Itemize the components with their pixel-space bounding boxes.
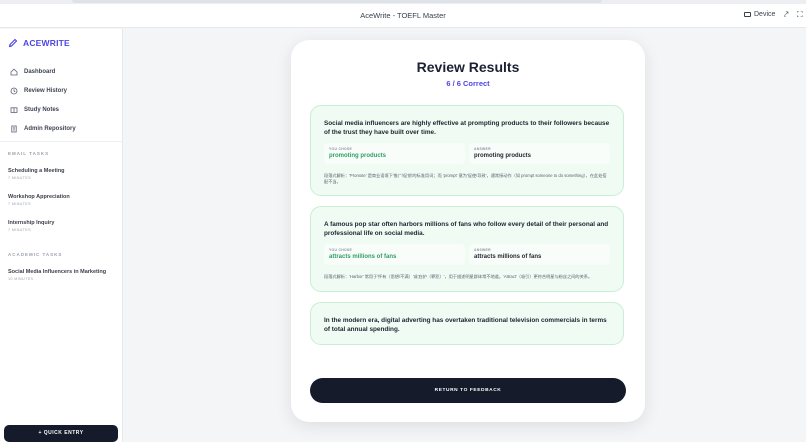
answer-label: ANSWER: [474, 248, 491, 253]
device-label: Device: [754, 11, 776, 18]
results-list[interactable]: Social media influencers are highly effe…: [310, 105, 625, 360]
task-item-social-media-influencers[interactable]: Social Media Influencers in Marketing 10…: [8, 269, 106, 281]
home-icon: [10, 68, 18, 75]
answer-label: ANSWER: [474, 147, 491, 151]
task-duration: 7 MINUTES: [8, 228, 31, 232]
score-text: 6 / 6 Correct: [446, 79, 490, 88]
task-item-workshop-appreciation[interactable]: Workshop Appreciation 7 MINUTES: [8, 194, 70, 206]
explanation-text: 段落式解析：'Harbor' 常用于'怀有（思想/不满）'或'庇护（罪犯）'，用…: [324, 274, 593, 280]
task-title: Social Media Influencers in Marketing: [8, 269, 107, 275]
title-bar: AceWrite - TOEFL Master Device ⤤ ⛶: [0, 4, 806, 28]
nav-item-review-history[interactable]: Review History: [10, 81, 76, 100]
result-card: A famous pop star often harbors millions…: [310, 206, 624, 292]
task-item-internship-inquiry[interactable]: Internship Inquiry 7 MINUTES: [8, 220, 54, 232]
nav-item-dashboard[interactable]: Dashboard: [10, 62, 76, 81]
brand[interactable]: ACEWRITE: [8, 38, 70, 48]
task-duration: 7 MINUTES: [8, 176, 31, 180]
monitor-icon: [744, 12, 751, 17]
fullscreen-icon[interactable]: ⛶: [797, 10, 803, 20]
review-results-card: Review Results 6 / 6 Correct Social medi…: [291, 40, 645, 422]
top-strip-segment: [72, 0, 602, 3]
task-duration: 7 MINUTES: [8, 202, 31, 206]
quick-entry-button[interactable]: + QUICK ENTRY: [4, 425, 118, 442]
correct-answer: attracts millions of fans: [474, 254, 542, 261]
device-toggle[interactable]: Device: [744, 11, 775, 18]
return-to-feedback-button[interactable]: RETURN TO FEEDBACK: [310, 378, 626, 403]
correct-answer: promoting products: [474, 153, 531, 159]
answer-box: ANSWER promoting products: [469, 143, 610, 164]
building-icon: [11, 125, 17, 132]
sidebar-nav: Dashboard Review History Study Notes Adm…: [10, 62, 76, 138]
question-text: Social media influencers are highly effe…: [324, 120, 610, 136]
nav-label: Study Notes: [24, 106, 60, 113]
academic-tasks-heading: ACADEMIC TASKS: [8, 252, 63, 257]
question-text: A famous pop star often harbors millions…: [324, 221, 609, 238]
nav-item-admin-repository[interactable]: Admin Repository: [10, 119, 76, 138]
task-title: Scheduling a Meeting: [8, 168, 65, 174]
clock-icon: [10, 87, 18, 94]
result-card: In the modern era, digital adverting has…: [310, 301, 624, 345]
open-external-icon[interactable]: ⤤: [784, 10, 789, 20]
nav-item-study-notes[interactable]: Study Notes: [10, 100, 76, 119]
task-duration: 10 MINUTES: [8, 277, 34, 281]
explanation-text: 段落式解析：'Promote' 是商业语境下'推广/促销'的标准用词；而 'pr…: [324, 173, 607, 185]
brand-name: ACEWRITE: [23, 38, 70, 48]
window-title: AceWrite - TOEFL Master: [360, 11, 446, 20]
chosen-answer: attracts millions of fans: [329, 254, 397, 261]
nav-label: Admin Repository: [24, 125, 76, 132]
answer-box: ANSWER attracts millions of fans: [469, 244, 610, 266]
nav-label: Review History: [24, 87, 68, 94]
you-chose-box: YOU CHOSE promoting products: [324, 143, 465, 164]
you-chose-box: YOU CHOSE attracts millions of fans: [324, 244, 465, 266]
task-title: Workshop Appreciation: [8, 194, 70, 200]
sidebar: ACEWRITE Dashboard Review History Study …: [0, 29, 123, 442]
main-area: Review Results 6 / 6 Correct Social medi…: [124, 29, 806, 442]
question-text: In the modern era, digital adverting has…: [324, 316, 607, 333]
result-card: Social media influencers are highly effe…: [310, 105, 624, 197]
email-tasks-heading: EMAIL TASKS: [8, 151, 50, 156]
sidebar-divider: [0, 141, 123, 142]
book-icon: [10, 106, 18, 113]
you-chose-label: YOU CHOSE: [329, 248, 353, 253]
review-title: Review Results: [416, 59, 520, 75]
pen-icon: [8, 38, 18, 48]
task-item-scheduling-meeting[interactable]: Scheduling a Meeting 7 MINUTES: [8, 168, 65, 180]
you-chose-label: YOU CHOSE: [329, 147, 353, 151]
chosen-answer: promoting products: [329, 153, 386, 159]
task-title: Internship Inquiry: [8, 220, 55, 226]
nav-label: Dashboard: [24, 68, 56, 75]
